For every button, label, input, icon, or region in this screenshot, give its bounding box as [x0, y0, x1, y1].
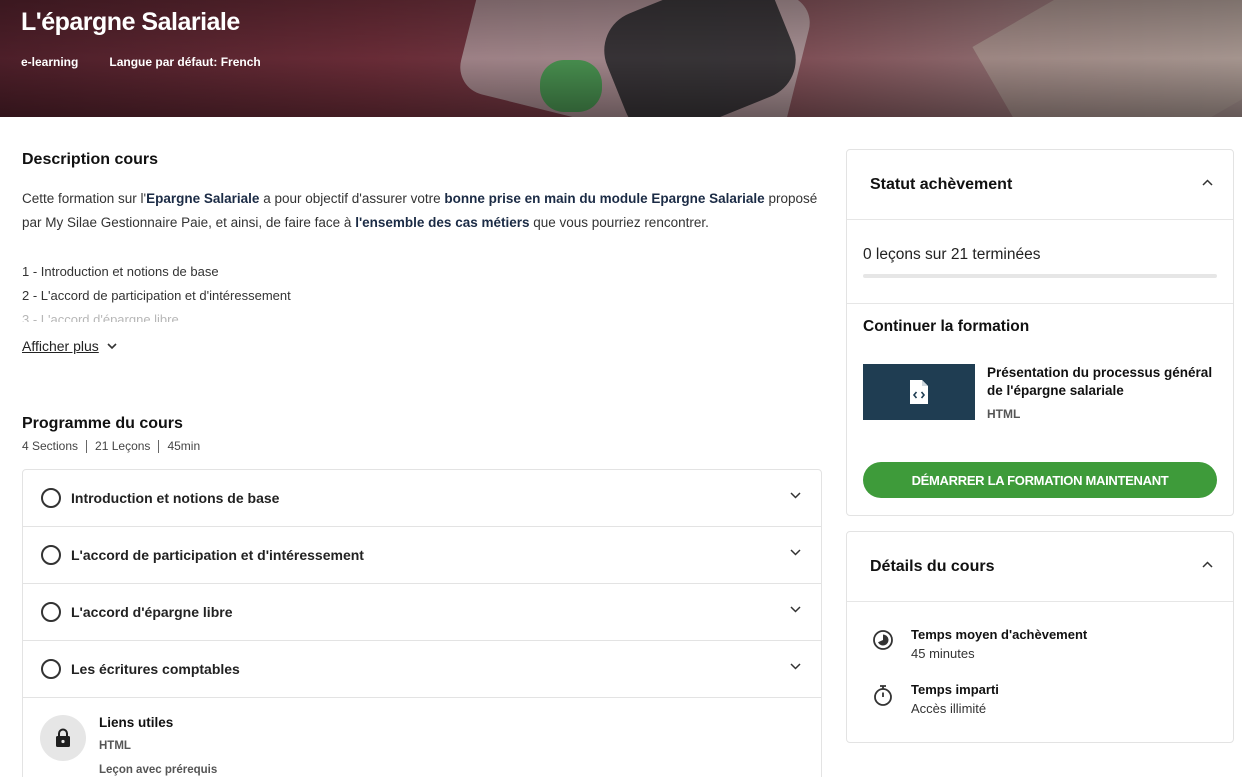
sections-count: 4 Sections — [22, 439, 79, 453]
chevron-down-icon[interactable] — [790, 492, 801, 499]
section-title: L'accord d'épargne libre — [71, 604, 233, 620]
html-file-icon — [910, 380, 928, 404]
program-duration: 45min — [167, 439, 201, 453]
chevron-up-icon[interactable] — [1202, 179, 1213, 186]
lock-badge — [40, 715, 86, 761]
next-lesson-title[interactable]: Présentation du processus général de l'é… — [987, 364, 1222, 400]
course-details-card: Détails du cours Temps moyen d'achèvemen… — [846, 531, 1234, 743]
start-course-button[interactable]: DÉMARRER LA FORMATION MAINTENANT — [863, 462, 1217, 498]
lesson-title: Liens utiles — [99, 715, 174, 730]
completion-status-card: Statut achèvement 0 leçons sur 21 termin… — [846, 149, 1234, 516]
description-outline: 1 - Introduction et notions de base 2 - … — [22, 260, 291, 322]
description-emphasis: Epargne Salariale — [146, 191, 260, 206]
lesson-type: HTML — [99, 740, 131, 752]
lesson-row[interactable]: Liens utiles HTML Leçon avec prérequis — [23, 698, 821, 777]
description-emphasis: l'ensemble des cas métiers — [355, 215, 530, 230]
course-type: e-learning — [21, 55, 79, 69]
section-row[interactable]: Les écritures comptables — [23, 641, 821, 698]
section-status-circle-icon — [41, 602, 61, 622]
lock-icon — [56, 728, 70, 747]
section-title: Les écritures comptables — [71, 661, 240, 677]
continue-heading: Continuer la formation — [863, 318, 1030, 335]
details-card-header[interactable]: Détails du cours — [847, 532, 1233, 602]
section-title: L'accord de participation et d'intéresse… — [71, 547, 364, 563]
divider — [86, 439, 88, 453]
show-more-link[interactable]: Afficher plus — [22, 338, 117, 354]
course-title: L'épargne Salariale — [21, 8, 240, 36]
outline-item: 3 - L'accord d'épargne libre — [22, 312, 179, 322]
avg-time-label: Temps moyen d'achèvement — [911, 627, 1088, 642]
course-language: Langue par défaut: French — [109, 55, 261, 69]
time-limit-value: Accès illimité — [911, 701, 987, 716]
show-more-label: Afficher plus — [22, 338, 99, 354]
description-emphasis: bonne prise en main du module Epargne Sa… — [444, 191, 765, 206]
chevron-down-icon[interactable] — [790, 663, 801, 670]
lesson-thumbnail[interactable] — [863, 364, 975, 420]
lesson-prerequisite-note: Leçon avec prérequis — [99, 764, 218, 776]
program-heading: Programme du cours — [22, 415, 183, 432]
avg-time-value: 45 minutes — [911, 646, 975, 661]
section-row[interactable]: L'accord d'épargne libre — [23, 584, 821, 641]
stopwatch-icon — [874, 685, 892, 706]
progress-bar — [863, 274, 1217, 278]
section-status-circle-icon — [41, 659, 61, 679]
section-status-circle-icon — [41, 545, 61, 565]
description-text: Cette formation sur l'Epargne Salariale … — [22, 187, 822, 235]
section-row[interactable]: L'accord de participation et d'intéresse… — [23, 527, 821, 584]
description-text-part: a pour objectif d'assurer votre — [259, 191, 445, 206]
time-limit-row: Temps imparti Accès illimité — [871, 681, 999, 719]
chevron-down-icon[interactable] — [790, 606, 801, 613]
course-hero-banner: L'épargne Salariale e-learning Langue pa… — [0, 0, 1242, 117]
lessons-count: 21 Leçons — [95, 439, 151, 453]
chevron-down-icon — [107, 342, 117, 349]
outline-item: 2 - L'accord de participation et d'intér… — [22, 288, 291, 303]
description-text-part: que vous pourriez rencontrer. — [529, 215, 709, 230]
divider — [158, 439, 160, 453]
chevron-down-icon[interactable] — [790, 549, 801, 556]
program-sections-list: Introduction et notions de base L'accord… — [22, 469, 822, 777]
details-heading: Détails du cours — [870, 557, 995, 575]
course-meta: e-learning Langue par défaut: French — [21, 55, 261, 69]
section-row[interactable]: Introduction et notions de base — [23, 470, 821, 527]
pie-clock-icon — [873, 630, 893, 650]
completion-heading: Statut achèvement — [870, 175, 1013, 193]
section-status-circle-icon — [41, 488, 61, 508]
description-heading: Description cours — [22, 151, 159, 168]
completion-card-header[interactable]: Statut achèvement — [847, 150, 1233, 220]
program-meta: 4 Sections 21 Leçons 45min — [22, 439, 200, 453]
outline-item: 1 - Introduction et notions de base — [22, 264, 219, 279]
time-limit-label: Temps imparti — [911, 682, 999, 697]
progress-text: 0 leçons sur 21 terminées — [863, 246, 1041, 263]
description-text-part: Cette formation sur l' — [22, 191, 147, 206]
avg-time-row: Temps moyen d'achèvement 45 minutes — [871, 626, 1087, 664]
next-lesson-type: HTML — [987, 407, 1021, 421]
section-title: Introduction et notions de base — [71, 490, 280, 506]
progress-section: 0 leçons sur 21 terminées — [847, 220, 1233, 304]
chevron-up-icon[interactable] — [1202, 561, 1213, 568]
